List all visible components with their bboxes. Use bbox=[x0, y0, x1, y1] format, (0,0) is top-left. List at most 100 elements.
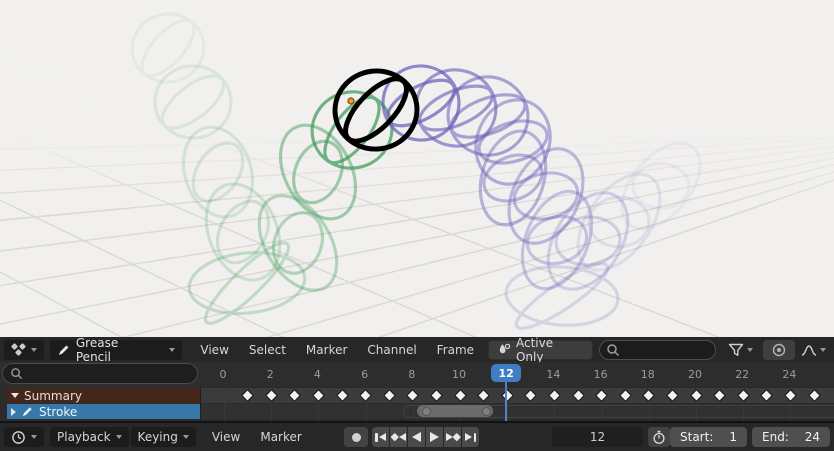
active-only-label: Active Only bbox=[515, 335, 554, 364]
menu-marker[interactable]: Marker bbox=[296, 340, 357, 360]
chevron-down-icon bbox=[31, 347, 37, 352]
start-value: 1 bbox=[729, 430, 737, 444]
current-frame-value: 12 bbox=[589, 430, 606, 444]
frame-start-field[interactable]: Start: 1 bbox=[670, 427, 747, 447]
frame-label-16: 16 bbox=[593, 368, 608, 381]
pencil-icon bbox=[22, 407, 32, 417]
frame-label-22: 22 bbox=[735, 368, 750, 381]
frame-end-field[interactable]: End: 24 bbox=[752, 427, 830, 447]
frame-label-8: 8 bbox=[408, 368, 416, 381]
timeline-menu-view[interactable]: View bbox=[202, 427, 250, 447]
search-icon bbox=[607, 343, 619, 356]
filter-funnel-icon bbox=[728, 343, 744, 356]
frame-label-2: 2 bbox=[266, 368, 274, 381]
current-frame-indicator[interactable]: 12 bbox=[491, 364, 522, 382]
play-reverse-icon bbox=[412, 432, 421, 442]
frame-gridline bbox=[224, 387, 225, 421]
menu-select[interactable]: Select bbox=[239, 340, 296, 360]
search-field[interactable] bbox=[598, 339, 717, 360]
next-keyframe-button[interactable] bbox=[444, 427, 461, 447]
chevron-down-icon bbox=[182, 435, 189, 439]
previous-keyframe-icon bbox=[398, 433, 406, 441]
previous-keyframe-button[interactable] bbox=[390, 427, 407, 447]
mode-label: Grease Pencil bbox=[75, 335, 119, 364]
jump-to-start-icon bbox=[375, 432, 378, 442]
mode-dropdown[interactable]: Grease Pencil bbox=[50, 336, 183, 364]
keying-label: Keying bbox=[137, 430, 178, 444]
chevron-down-icon bbox=[820, 347, 826, 352]
search-input[interactable] bbox=[623, 342, 708, 357]
frame-label-4: 4 bbox=[313, 368, 321, 381]
use-preview-range-button[interactable] bbox=[648, 427, 670, 447]
channel-search-input[interactable] bbox=[27, 366, 181, 381]
chevron-down-icon bbox=[747, 347, 754, 352]
falloff-curve-icon bbox=[801, 344, 817, 356]
frame-label-18: 18 bbox=[640, 368, 655, 381]
play-icon bbox=[430, 432, 439, 442]
editor-type-button[interactable] bbox=[4, 339, 44, 360]
menu-channel[interactable]: Channel bbox=[357, 340, 426, 360]
frame-label-20: 20 bbox=[688, 368, 702, 381]
start-label: Start: bbox=[680, 430, 714, 444]
falloff-dropdown[interactable] bbox=[797, 340, 830, 360]
auto-keying-record-button[interactable] bbox=[344, 427, 368, 447]
channel-stroke[interactable]: Stroke bbox=[7, 404, 200, 419]
end-label: End: bbox=[762, 430, 789, 444]
jump-to-start-icon bbox=[379, 433, 386, 441]
expand-icon[interactable] bbox=[11, 393, 19, 398]
playback-dropdown[interactable]: Playback bbox=[50, 427, 129, 447]
chevron-down-icon bbox=[31, 435, 37, 439]
proportional-editing-toggle[interactable] bbox=[763, 339, 795, 360]
channel-search-field[interactable] bbox=[2, 363, 198, 384]
active-only-toggle[interactable]: Active Only bbox=[488, 336, 593, 364]
menu-view[interactable]: View bbox=[190, 340, 238, 360]
playhead[interactable] bbox=[505, 381, 508, 421]
dope-sheet-icon bbox=[10, 342, 27, 357]
scrollbar-zoom-handle-left[interactable] bbox=[422, 406, 431, 416]
frame-label-0: 0 bbox=[219, 368, 227, 381]
ghost-icon bbox=[499, 343, 511, 354]
next-keyframe-icon bbox=[445, 433, 453, 441]
keyframe-area[interactable] bbox=[200, 387, 834, 421]
jump-to-end-icon bbox=[473, 432, 476, 442]
pencil-icon bbox=[58, 345, 69, 355]
scrollbar-zoom-handle-right[interactable] bbox=[482, 406, 491, 416]
keying-dropdown[interactable]: Keying bbox=[130, 427, 196, 447]
frame-label-24: 24 bbox=[782, 368, 797, 381]
3d-viewport[interactable] bbox=[0, 0, 834, 338]
chevron-down-icon bbox=[169, 347, 176, 352]
timeline-editor-type-button[interactable] bbox=[4, 427, 44, 447]
dope-sheet-menubar: View Select Marker Channel Frame bbox=[190, 340, 484, 360]
playback-label: Playback bbox=[57, 430, 111, 444]
current-frame-field[interactable]: 12 bbox=[552, 427, 643, 447]
channel-label: Summary bbox=[24, 388, 82, 403]
jump-to-start-button[interactable] bbox=[372, 427, 389, 447]
jump-to-end-icon bbox=[465, 433, 472, 441]
record-icon bbox=[351, 432, 361, 442]
jump-to-end-button[interactable] bbox=[462, 427, 479, 447]
frame-label-10: 10 bbox=[452, 368, 466, 381]
play-reverse-button[interactable] bbox=[408, 427, 425, 447]
search-icon bbox=[11, 368, 23, 380]
collapse-icon[interactable] bbox=[11, 407, 16, 416]
play-button[interactable] bbox=[426, 427, 443, 447]
dope-sheet-header: Grease Pencil View Select Marker Channel Fra… bbox=[0, 336, 834, 364]
channel-label: Stroke bbox=[39, 404, 78, 419]
clock-icon bbox=[12, 430, 25, 444]
chevron-down-icon bbox=[115, 435, 122, 439]
frame-label-6: 6 bbox=[361, 368, 369, 381]
frame-label-14: 14 bbox=[546, 368, 561, 381]
timeline-menu-marker[interactable]: Marker bbox=[250, 427, 311, 447]
dope-sheet-body: Summary Stroke bbox=[0, 381, 834, 421]
menu-frame[interactable]: Frame bbox=[427, 340, 484, 360]
next-keyframe-icon bbox=[452, 433, 461, 441]
end-value: 24 bbox=[804, 430, 820, 444]
blender-window: Grease Pencil View Select Marker Channel Fra… bbox=[0, 0, 834, 451]
stopwatch-icon bbox=[653, 430, 665, 444]
timeline-ruler[interactable]: 0 2 4 6 8 10 14 16 18 20 22 24 12 bbox=[0, 362, 834, 387]
filter-dropdown[interactable] bbox=[724, 340, 757, 360]
timeline-menubar: View Marker bbox=[202, 427, 312, 447]
channel-summary[interactable]: Summary bbox=[7, 388, 200, 403]
previous-keyframe-icon bbox=[390, 433, 399, 441]
viewport-canvas bbox=[0, 0, 834, 337]
